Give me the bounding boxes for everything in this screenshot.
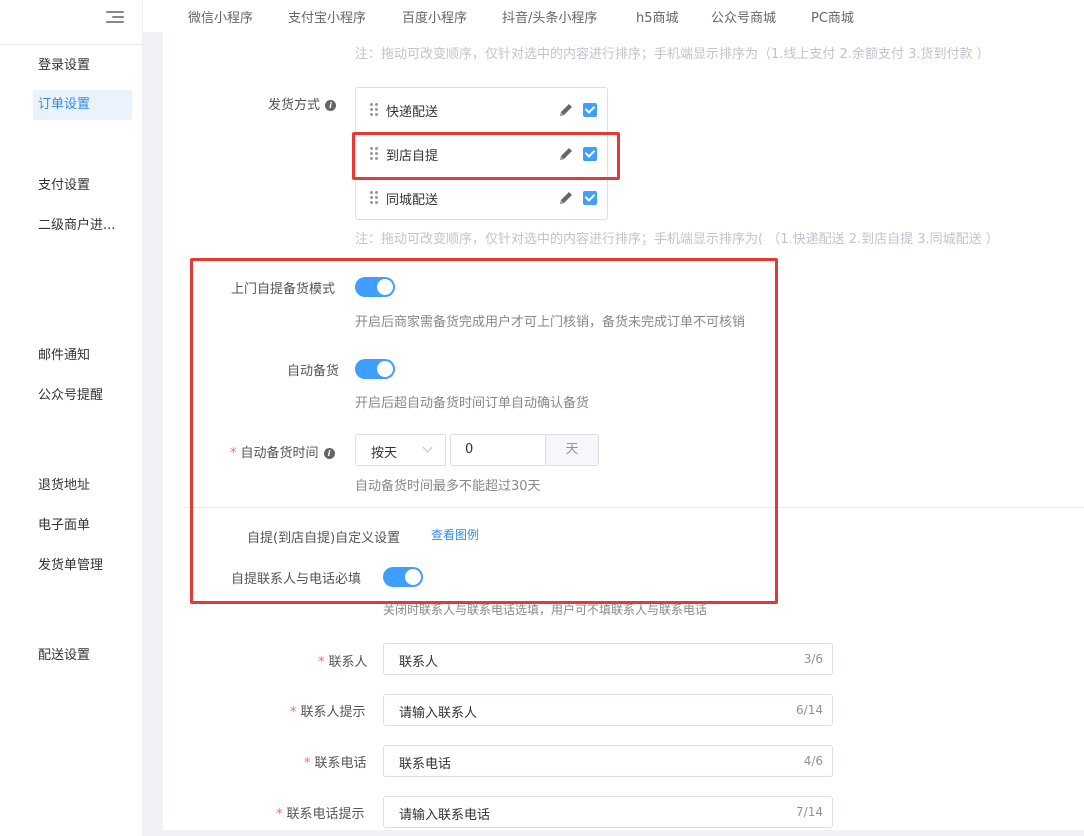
contact-required-desc: 关闭时联系人与联系电话选填，用户可不填联系人与联系电话: [383, 603, 708, 617]
contact-name-input[interactable]: 联系人 3/6: [383, 643, 833, 675]
auto-prep-label: 自动备货: [287, 364, 340, 379]
auto-prep-time-unit: 天: [545, 434, 599, 466]
contact-required-toggle[interactable]: [383, 567, 423, 587]
tab-wechat-mini[interactable]: 微信小程序: [188, 7, 253, 26]
char-count: 6/14: [796, 703, 823, 717]
sidebar-item-return-address[interactable]: 退货地址: [33, 471, 132, 501]
edit-pencil-icon[interactable]: [558, 102, 574, 118]
sidebar: 登录设置 订单设置 支付设置 二级商户进... 邮件通知 公众号提醒 退货地址 …: [0, 0, 143, 836]
sidebar-item-e-waybill[interactable]: 电子面单: [33, 511, 132, 541]
char-count: 3/6: [803, 652, 823, 666]
edit-pencil-icon[interactable]: [558, 146, 574, 162]
auto-prep-desc: 开启后超自动备货时间订单自动确认备货: [355, 396, 590, 411]
tab-alipay-mini[interactable]: 支付宝小程序: [288, 7, 366, 26]
contact-phone-hint-input[interactable]: 请输入联系电话 7/14: [383, 796, 833, 828]
contact-phone-input[interactable]: 联系电话 4/6: [383, 745, 833, 777]
section-divider: [183, 507, 1084, 508]
auto-prep-time-label: * 自动备货时间 i: [230, 442, 335, 461]
delivery-sort-list: 快递配送 到店自提 同城配送: [355, 87, 608, 220]
char-count: 7/14: [796, 805, 823, 819]
tab-pc-mall[interactable]: PC商城: [811, 7, 854, 26]
delivery-item-label: 到店自提: [386, 149, 439, 164]
auto-prep-time-input[interactable]: 0: [450, 434, 545, 466]
contact-name-label: * 联系人: [318, 655, 368, 670]
delivery-item-express[interactable]: 快递配送: [356, 88, 607, 132]
info-icon[interactable]: i: [325, 100, 337, 111]
auto-prep-time-unit-select[interactable]: 按天: [355, 434, 446, 466]
pickup-prep-label: 上门自提备货模式: [231, 282, 336, 297]
contact-name-hint-label: * 联系人提示: [290, 705, 366, 720]
sidebar-item-sub-merchant[interactable]: 二级商户进...: [33, 211, 132, 241]
contact-name-hint-input[interactable]: 请输入联系人 6/14: [383, 694, 833, 726]
sidebar-item-email-notify[interactable]: 邮件通知: [33, 341, 132, 371]
drag-handle-icon[interactable]: [370, 103, 378, 116]
delivery-sort-note: 注：拖动可改变顺序，仅针对选中的内容进行排序；手机端显示排序为( （1.快递配送…: [355, 232, 999, 247]
sidebar-item-delivery-settings[interactable]: 配送设置: [33, 641, 132, 671]
contact-phone-label: * 联系电话: [304, 756, 367, 771]
tab-official-mall[interactable]: 公众号商城: [711, 7, 776, 26]
contact-phone-hint-label: * 联系电话提示: [276, 807, 365, 822]
delivery-method-label: 发货方式 i: [268, 94, 337, 113]
auto-prep-toggle[interactable]: [355, 359, 395, 379]
tab-h5-mall[interactable]: h5商城: [636, 7, 679, 26]
delivery-item-pickup[interactable]: 到店自提: [356, 132, 607, 176]
content-gutter: [143, 32, 163, 836]
sidebar-item-payment-settings[interactable]: 支付设置: [33, 171, 132, 201]
tab-douyin-mini[interactable]: 抖音/头条小程序: [502, 7, 597, 26]
sidebar-item-order-settings[interactable]: 订单设置: [33, 90, 132, 120]
custom-settings-label: 自提(到店自提)自定义设置: [247, 531, 401, 546]
sidebar-item-invoice-management[interactable]: 发货单管理: [33, 551, 132, 581]
view-example-link[interactable]: 查看图例: [431, 526, 479, 543]
delivery-item-label: 同城配送: [386, 193, 439, 208]
auto-prep-time-desc: 自动备货时间最多不能超过30天: [355, 479, 541, 494]
chevron-down-icon: [422, 442, 433, 453]
edit-pencil-icon[interactable]: [558, 190, 574, 206]
drag-handle-icon[interactable]: [370, 147, 378, 160]
payment-sort-note: 注：拖动可改变顺序，仅针对选中的内容进行排序；手机端显示排序为（1.线上支付 2…: [355, 47, 990, 62]
menu-collapse-icon[interactable]: [106, 8, 124, 26]
char-count: 4/6: [803, 754, 823, 768]
delivery-local-checkbox[interactable]: [583, 191, 597, 205]
bottom-strip: [163, 830, 1084, 836]
delivery-item-local[interactable]: 同城配送: [356, 176, 607, 220]
delivery-pickup-checkbox[interactable]: [583, 147, 597, 161]
tab-baidu-mini[interactable]: 百度小程序: [402, 7, 467, 26]
delivery-item-label: 快递配送: [386, 105, 439, 120]
platform-tabs: 微信小程序 支付宝小程序 百度小程序 抖音/头条小程序 h5商城 公众号商城 P…: [143, 0, 1084, 32]
delivery-express-checkbox[interactable]: [583, 103, 597, 117]
pickup-prep-toggle[interactable]: [355, 277, 395, 297]
sidebar-item-official-account[interactable]: 公众号提醒: [33, 381, 132, 411]
drag-handle-icon[interactable]: [370, 191, 378, 204]
info-icon[interactable]: i: [323, 448, 335, 459]
sidebar-divider: [0, 44, 143, 45]
sidebar-item-login-settings[interactable]: 登录设置: [33, 51, 132, 81]
contact-required-label: 自提联系人与电话必填: [231, 572, 362, 587]
pickup-prep-desc: 开启后商家需备货完成用户才可上门核销，备货未完成订单不可核销: [355, 315, 746, 330]
